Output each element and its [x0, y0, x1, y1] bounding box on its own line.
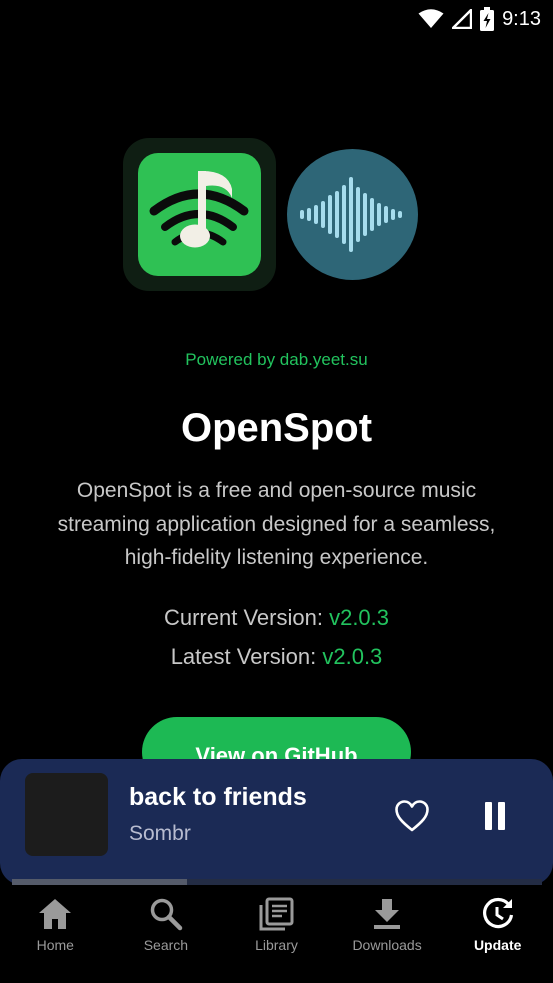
nav-update-label: Update [473, 937, 522, 953]
latest-version-label: Latest Version: [170, 644, 317, 669]
search-icon [150, 898, 183, 931]
pause-icon[interactable] [478, 799, 512, 833]
latest-version: Latest Version: v2.0.3 [0, 644, 553, 670]
waveform-logo-icon [300, 177, 402, 252]
wifi-icon [418, 9, 444, 28]
app-description: OpenSpot is a free and open-source music… [57, 479, 496, 569]
current-version: Current Version: v2.0.3 [0, 605, 553, 631]
home-icon [39, 899, 72, 929]
current-version-value: v2.0.3 [329, 605, 390, 630]
app-logo [123, 138, 276, 291]
track-artist: Sombr [129, 822, 191, 845]
nav-downloads[interactable]: Downloads [332, 885, 443, 983]
nav-downloads-label: Downloads [352, 937, 422, 953]
nav-home-label: Home [36, 937, 74, 953]
track-title: back to friends [129, 783, 307, 811]
header-logos [123, 138, 423, 293]
nav-search-label: Search [143, 937, 189, 953]
nav-search[interactable]: Search [111, 885, 222, 983]
status-bar: 9:13 [0, 0, 553, 38]
mini-player[interactable]: back to friends Sombr [0, 759, 553, 885]
heart-icon[interactable] [394, 799, 430, 833]
download-icon [374, 899, 401, 929]
album-art [25, 773, 108, 856]
nav-home[interactable]: Home [0, 885, 111, 983]
app-title: OpenSpot [180, 406, 373, 450]
waveform-logo [287, 149, 418, 280]
status-time: 9:13 [502, 7, 541, 30]
latest-version-value: v2.0.3 [322, 644, 383, 669]
nav-update[interactable]: Update [442, 885, 553, 983]
update-icon [482, 897, 513, 929]
battery-icon [480, 7, 495, 31]
bottom-nav: Home Search Library Downloads Update [0, 885, 553, 983]
signal-icon [452, 9, 473, 29]
nav-library[interactable]: Library [221, 885, 332, 983]
nav-library-label: Library [255, 937, 298, 953]
library-icon [259, 897, 294, 931]
current-version-label: Current Version: [163, 605, 323, 630]
powered-by-text: Powered by dab.yeet.su [185, 350, 368, 369]
app-logo-icon [149, 171, 249, 248]
